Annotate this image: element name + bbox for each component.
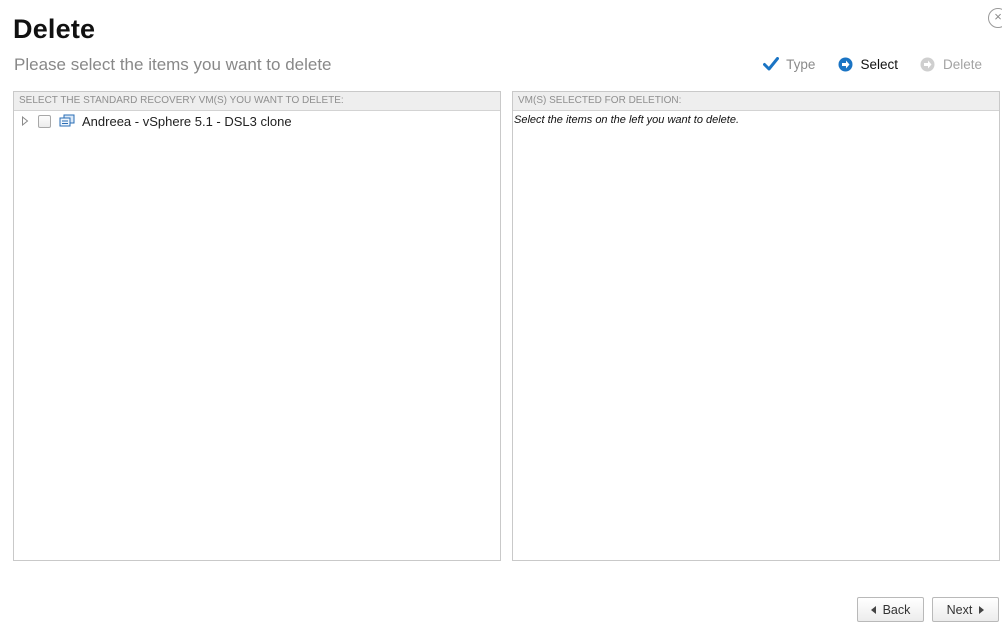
step-type-label: Type [786, 56, 816, 72]
next-button-label: Next [946, 602, 973, 617]
step-type: Type [763, 56, 815, 72]
selected-vm-panel: VM(S) SELECTED FOR DELETION: Select the … [512, 91, 1000, 561]
item-checkbox[interactable] [38, 114, 51, 128]
empty-selection-hint: Select the items on the left you want to… [514, 114, 740, 126]
arrow-circle-icon [837, 56, 853, 72]
vm-icon [59, 114, 75, 128]
dialog-subtitle: Please select the items you want to dele… [14, 55, 332, 74]
tree-item-label: Andreea - vSphere 5.1 - DSL3 clone [82, 113, 292, 129]
step-delete-label: Delete [942, 56, 982, 72]
back-button[interactable]: Back [857, 597, 924, 622]
tree-item[interactable]: Andreea - vSphere 5.1 - DSL3 clone [14, 111, 500, 131]
step-select-label: Select [860, 56, 898, 72]
expand-arrow-icon[interactable] [20, 115, 30, 127]
next-arrow-icon [979, 605, 985, 614]
back-arrow-icon [870, 605, 876, 614]
selected-panel-header: VM(S) SELECTED FOR DELETION: [513, 92, 999, 111]
back-button-label: Back [882, 602, 911, 617]
arrow-circle-icon [920, 56, 936, 72]
wizard-steps: Type Select Delete [763, 56, 982, 72]
step-delete: Delete [920, 56, 982, 72]
delete-wizard-dialog: × Delete Please select the items you wan… [0, 0, 1002, 629]
dialog-title: Delete [13, 14, 96, 44]
close-button[interactable]: × [988, 8, 1002, 28]
source-panel-header: SELECT THE STANDARD RECOVERY VM(S) YOU W… [14, 92, 500, 111]
close-icon: × [994, 9, 1002, 24]
checkmark-icon [763, 56, 780, 72]
source-vm-panel: SELECT THE STANDARD RECOVERY VM(S) YOU W… [13, 91, 501, 561]
next-button[interactable]: Next [932, 597, 999, 622]
step-select: Select [837, 56, 898, 72]
